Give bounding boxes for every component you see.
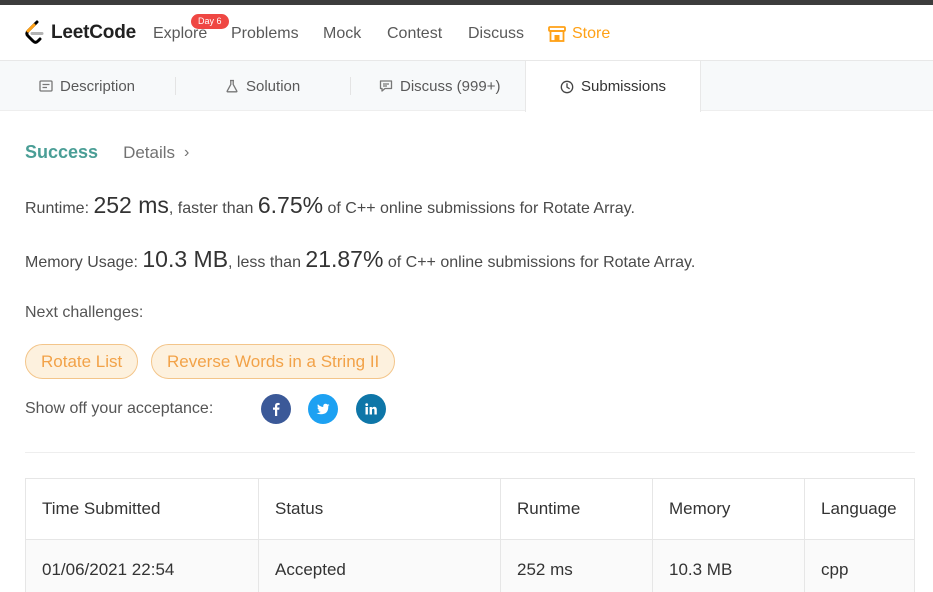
table-row: 01/06/2021 22:54 Accepted 252 ms 10.3 MB… [25, 539, 915, 592]
tab-submissions-label: Submissions [581, 78, 667, 95]
tab-description[interactable]: Description [39, 61, 135, 111]
col-language[interactable]: Language [804, 478, 915, 540]
linkedin-share-button[interactable] [356, 394, 386, 424]
tab-submissions[interactable]: Submissions [525, 61, 702, 112]
cell-runtime: 252 ms [500, 539, 653, 592]
result-status-row: Success Details › [25, 142, 189, 163]
cell-status-accepted-link[interactable]: Accepted [258, 539, 501, 592]
details-link[interactable]: Details › [123, 143, 189, 163]
clock-icon [560, 80, 574, 93]
nav-store-label: Store [572, 25, 611, 42]
result-status: Success [25, 142, 99, 162]
next-challenges-label: Next challenges: [25, 304, 144, 321]
col-runtime[interactable]: Runtime [500, 478, 653, 540]
facebook-icon [273, 402, 280, 416]
share-label: Show off your acceptance: [25, 400, 214, 417]
tab-solution-label: Solution [246, 77, 301, 95]
challenge-reverse-words[interactable]: Reverse Words in a String II [151, 344, 396, 379]
memory-label: Memory Usage: [25, 254, 143, 271]
col-memory[interactable]: Memory [652, 478, 805, 540]
twitter-share-button[interactable] [308, 394, 338, 424]
memory-tail-text: of C++ online submissions for Rotate Arr… [383, 254, 696, 271]
challenge-rotate-list[interactable]: Rotate List [25, 344, 139, 379]
nav-mock[interactable]: Mock [323, 25, 361, 43]
cell-time-submitted: 01/06/2021 22:54 [25, 539, 259, 592]
discuss-icon [379, 80, 393, 92]
runtime-value: 252 ms [93, 192, 169, 218]
submissions-table: Time Submitted Status Runtime Memory Lan… [25, 478, 915, 592]
runtime-tail-text: of C++ online submissions for Rotate Arr… [323, 200, 635, 217]
nav-problems[interactable]: Problems [231, 25, 299, 43]
runtime-percentile: 6.75% [257, 192, 324, 218]
nav-discuss[interactable]: Discuss [468, 25, 524, 43]
tab-discuss[interactable]: Discuss (999+) [379, 61, 500, 111]
tab-solution[interactable]: Solution [225, 61, 300, 111]
flask-icon [226, 79, 238, 93]
col-time-submitted[interactable]: Time Submitted [25, 478, 259, 540]
memory-value: 10.3 MB [142, 246, 229, 272]
explore-day-badge: Day 6 [191, 14, 229, 29]
memory-summary: Memory Usage: 10.3 MB, less than 21.87% … [25, 246, 695, 273]
section-divider [25, 452, 915, 453]
brand-logo[interactable]: LeetCode [24, 19, 136, 47]
runtime-mid-text: , faster than [168, 200, 258, 217]
nav-store[interactable]: Store [548, 25, 610, 43]
tab-separator [350, 77, 351, 95]
memory-mid-text: , less than [228, 254, 306, 271]
problem-tabs: Description Solution Discuss (999+) Subm… [0, 61, 933, 112]
tab-separator [175, 77, 176, 95]
cell-language: cpp [804, 539, 915, 592]
memory-percentile: 21.87% [305, 246, 384, 272]
col-status[interactable]: Status [258, 478, 501, 540]
facebook-share-button[interactable] [261, 394, 291, 424]
brand-name: LeetCode [51, 22, 136, 43]
chevron-right-icon: › [184, 143, 190, 161]
nav-contest[interactable]: Contest [387, 25, 442, 43]
linkedin-icon [365, 403, 377, 415]
runtime-summary: Runtime: 252 ms, faster than 6.75% of C+… [25, 192, 635, 219]
table-header-row: Time Submitted Status Runtime Memory Lan… [25, 478, 915, 540]
leetcode-logo-icon [25, 20, 44, 44]
twitter-icon [316, 403, 330, 415]
details-label: Details [123, 142, 176, 162]
tab-discuss-label: Discuss (999+) [400, 77, 501, 95]
runtime-label: Runtime: [25, 200, 94, 217]
cell-memory: 10.3 MB [652, 539, 805, 592]
description-icon [39, 80, 53, 92]
top-navbar: LeetCode Explore Day 6 Problems Mock Con… [0, 5, 933, 61]
tab-description-label: Description [60, 77, 136, 95]
store-icon [548, 26, 566, 42]
